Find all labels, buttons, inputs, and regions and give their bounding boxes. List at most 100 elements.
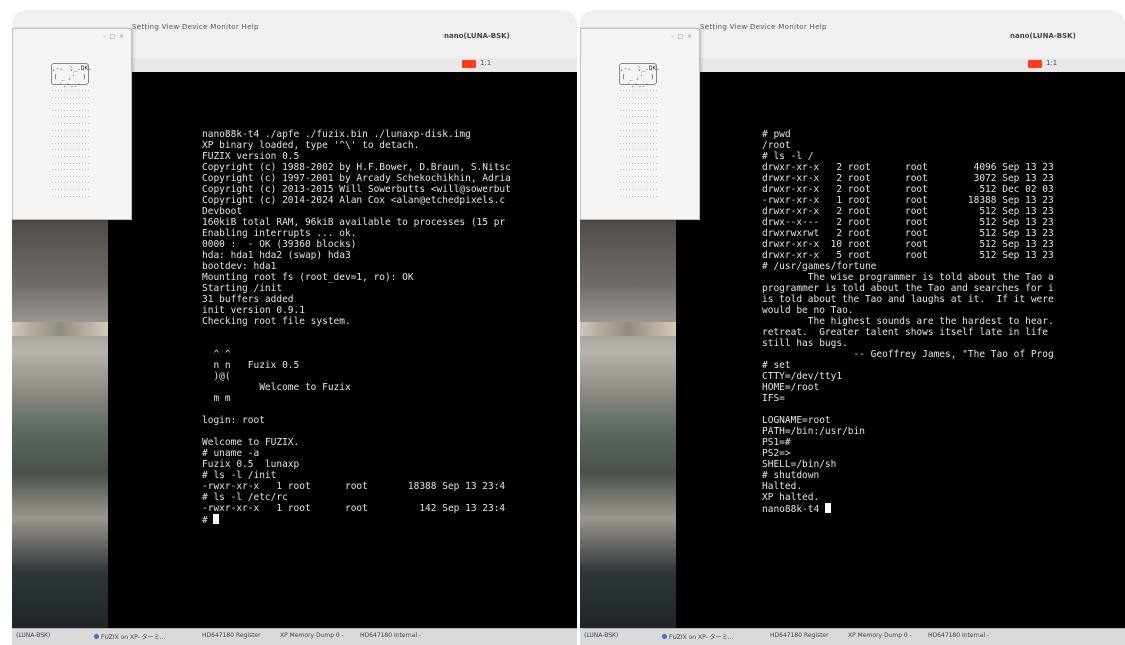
terminal-line: Welcome to Fuzix bbox=[259, 382, 351, 393]
taskbar-item[interactable]: (LUNA-BSK) bbox=[16, 632, 50, 639]
terminal-line: XP halted. bbox=[762, 492, 820, 503]
dialog-widget[interactable]: ,-. ;_.DK. ( _ ,' ) `-'--' bbox=[51, 63, 92, 90]
terminal-line: still has bugs. bbox=[762, 338, 848, 349]
dialog-window-controls[interactable]: - □ × bbox=[103, 33, 125, 40]
terminal-line: The highest sounds are the hardest to he… bbox=[807, 316, 1054, 327]
terminal-cursor bbox=[824, 503, 831, 513]
terminal-line: Enabling interrupts ... ok. bbox=[202, 228, 357, 239]
terminal-line: Halted. bbox=[762, 481, 803, 492]
app-icon bbox=[662, 634, 667, 639]
terminal-line: # ls -l /init bbox=[202, 470, 277, 481]
taskbar-item[interactable]: FUZIX on XP- ターミ... bbox=[94, 632, 165, 641]
terminal-output: nano88k-t4 ./apfe ./fuzix.bin ./lunaxp-d… bbox=[202, 129, 511, 526]
terminal-line: Checking root file system. bbox=[202, 316, 351, 327]
terminal-line: -rwxr-xr-x 1 root root 18388 Sep 13 23:4 bbox=[202, 481, 506, 492]
terminal-line: Devboot bbox=[202, 206, 243, 217]
terminal-line: hda: hda1 hda2 (swap) hda3 bbox=[202, 250, 351, 261]
terminal-line: n n Fuzix 0.5 bbox=[213, 360, 300, 371]
taskbar-item[interactable]: XP Memory Dump 0 - bbox=[280, 632, 344, 639]
terminal-line: drwxr-xr-x 2 root root 512 Dec 02 03 bbox=[762, 184, 1054, 195]
app-icon bbox=[94, 634, 99, 639]
terminal-window[interactable]: # pwd /root # ls -l / drwxr-xr-x 2 root … bbox=[676, 72, 1125, 629]
menu-items[interactable]: Setting View Device Monitor Help bbox=[132, 23, 259, 31]
dialog-text-area: ............. ............. ............… bbox=[51, 87, 91, 199]
terminal-line: # pwd bbox=[762, 129, 791, 140]
taskbar-item-label: HD647180 Register bbox=[202, 632, 261, 639]
terminal-line: # shutdown bbox=[762, 470, 820, 481]
terminal-line: IFS= bbox=[762, 393, 785, 404]
taskbar-item-label: XP Memory Dump 0 - bbox=[280, 632, 344, 639]
taskbar-item[interactable]: (LUNA-BSK) bbox=[584, 632, 618, 639]
terminal-line: Fuzix 0.5 lunaxp bbox=[202, 459, 300, 470]
wallpaper-streak bbox=[12, 322, 108, 336]
window-title: nano(LUNA-BSK) bbox=[444, 32, 510, 40]
terminal-line: CTTY=/dev/tty1 bbox=[762, 371, 843, 382]
terminal-line: HOME=/root bbox=[762, 382, 820, 393]
terminal-line: drwxr-xr-x 10 root root 512 Sep 13 23 bbox=[762, 239, 1054, 250]
taskbar-item[interactable]: XP Memory Dump 0 - bbox=[848, 632, 912, 639]
dialog-widget[interactable]: ,-. ;_.DK. ( _ ,' ) `-'--' bbox=[619, 63, 660, 90]
terminal-line: would be no Tao. bbox=[762, 305, 854, 316]
taskbar-item-label: (LUNA-BSK) bbox=[584, 632, 619, 639]
terminal-line: drwxr-xr-x 5 root root 512 Sep 13 23 bbox=[762, 250, 1054, 261]
taskbar-item[interactable]: HD647180 Register bbox=[770, 632, 829, 639]
taskbar: (LUNA-BSK) FUZIX on XP- ターミ... HD647180 Re… bbox=[580, 628, 1125, 645]
terminal-line: # ls -l /etc/rc bbox=[202, 492, 288, 503]
terminal-line: is told about the Tao and laughs at it. … bbox=[762, 294, 1054, 305]
taskbar-item-label: FUZIX on XP- ターミ... bbox=[669, 634, 734, 641]
terminal-line: drwxr-xr-x 2 root root 4096 Sep 13 23 bbox=[762, 162, 1054, 173]
terminal-line: PATH=/bin:/usr/bin bbox=[762, 426, 865, 437]
taskbar-item-label: HD647180 Internal - bbox=[360, 632, 422, 639]
taskbar-item[interactable]: HD647180 Register bbox=[202, 632, 261, 639]
wallpaper-streak bbox=[580, 322, 676, 336]
terminal-line: -- Geoffrey James, "The Tao of Prog bbox=[853, 349, 1054, 360]
terminal-line: Copyright (c) 1997-2001 by Arcady Scheko… bbox=[202, 173, 511, 184]
terminal-line: drwxr-xr-x 2 root root 512 Sep 13 23 bbox=[762, 206, 1054, 217]
terminal-line: LOGNAME=root bbox=[762, 415, 831, 426]
terminal-line: # set bbox=[762, 360, 791, 371]
terminal-line: # ls -l / bbox=[762, 151, 814, 162]
taskbar-item-label: (LUNA-BSK) bbox=[16, 632, 51, 639]
taskbar-item[interactable]: HD647180 Internal - bbox=[360, 632, 421, 639]
taskbar-item[interactable]: FUZIX on XP- ターミ... bbox=[662, 632, 733, 641]
terminal-line: The wise programmer is told about the Ta… bbox=[807, 272, 1054, 283]
terminal-line: # uname -a bbox=[202, 448, 260, 459]
terminal-line: nano88k-t4 ./apfe ./fuzix.bin ./lunaxp-d… bbox=[202, 129, 471, 140]
terminal-line: init version 0.9.1 bbox=[202, 305, 305, 316]
terminal-line: # bbox=[202, 515, 214, 526]
left-screen: Setting View Device Monitor Help nano(LU… bbox=[12, 10, 577, 645]
terminal-line: XP binary loaded, type '^\' to detach. bbox=[202, 140, 420, 151]
zoom-label[interactable]: 1:1 bbox=[1046, 59, 1057, 67]
terminal-line: PS1=# bbox=[762, 437, 791, 448]
taskbar: (LUNA-BSK) FUZIX on XP- ターミ... HD647180 Re… bbox=[12, 628, 577, 645]
terminal-line: Mounting root fs (root_dev=1, ro): OK bbox=[202, 272, 414, 283]
terminal-line: PS2=> bbox=[762, 448, 791, 459]
terminal-line: nano88k-t4 bbox=[762, 504, 825, 515]
terminal-line: m m bbox=[213, 393, 231, 404]
terminal-line: bootdev: hda1 bbox=[202, 261, 277, 272]
terminal-line: Copyright (c) 2014-2024 Alan Cox <alan@e… bbox=[202, 195, 506, 206]
terminal-line: SHELL=/bin/sh bbox=[762, 459, 837, 470]
menu-items[interactable]: Setting View Device Monitor Help bbox=[700, 23, 827, 31]
record-icon[interactable] bbox=[1028, 60, 1042, 68]
zoom-label[interactable]: 1:1 bbox=[480, 59, 491, 67]
terminal-line: login: root bbox=[202, 415, 265, 426]
terminal-window[interactable]: nano88k-t4 ./apfe ./fuzix.bin ./lunaxp-d… bbox=[108, 72, 577, 629]
window-title: nano(LUNA-BSK) bbox=[1010, 32, 1076, 40]
terminal-line: Starting /init bbox=[202, 283, 283, 294]
taskbar-item-label: FUZIX on XP- ターミ... bbox=[101, 634, 166, 641]
dialog-window-controls[interactable]: - □ × bbox=[671, 33, 693, 40]
taskbar-item[interactable]: HD647180 Internal - bbox=[928, 632, 989, 639]
terminal-cursor bbox=[213, 514, 220, 524]
terminal-line: -rwxr-xr-x 1 root root 142 Sep 13 23:4 bbox=[202, 503, 506, 514]
config-dialog[interactable]: - □ × ,-. ;_.DK. ( _ ,' ) `-'--' .......… bbox=[12, 28, 132, 220]
terminal-line: /root bbox=[762, 140, 791, 151]
terminal-line: Copyright (c) 1988-2002 by H.F.Bower, D.… bbox=[202, 162, 511, 173]
terminal-line: 0000 : - OK (39360 blocks) bbox=[202, 239, 357, 250]
dialog-text-area: ............. ............. ............… bbox=[619, 87, 659, 199]
terminal-line: )@( bbox=[213, 371, 231, 382]
record-icon[interactable] bbox=[462, 60, 476, 68]
terminal-line: FUZIX version 0.5 bbox=[202, 151, 300, 162]
config-dialog[interactable]: - □ × ,-. ;_.DK. ( _ ,' ) `-'--' .......… bbox=[580, 28, 700, 220]
terminal-line: ^ ^ bbox=[213, 349, 231, 360]
